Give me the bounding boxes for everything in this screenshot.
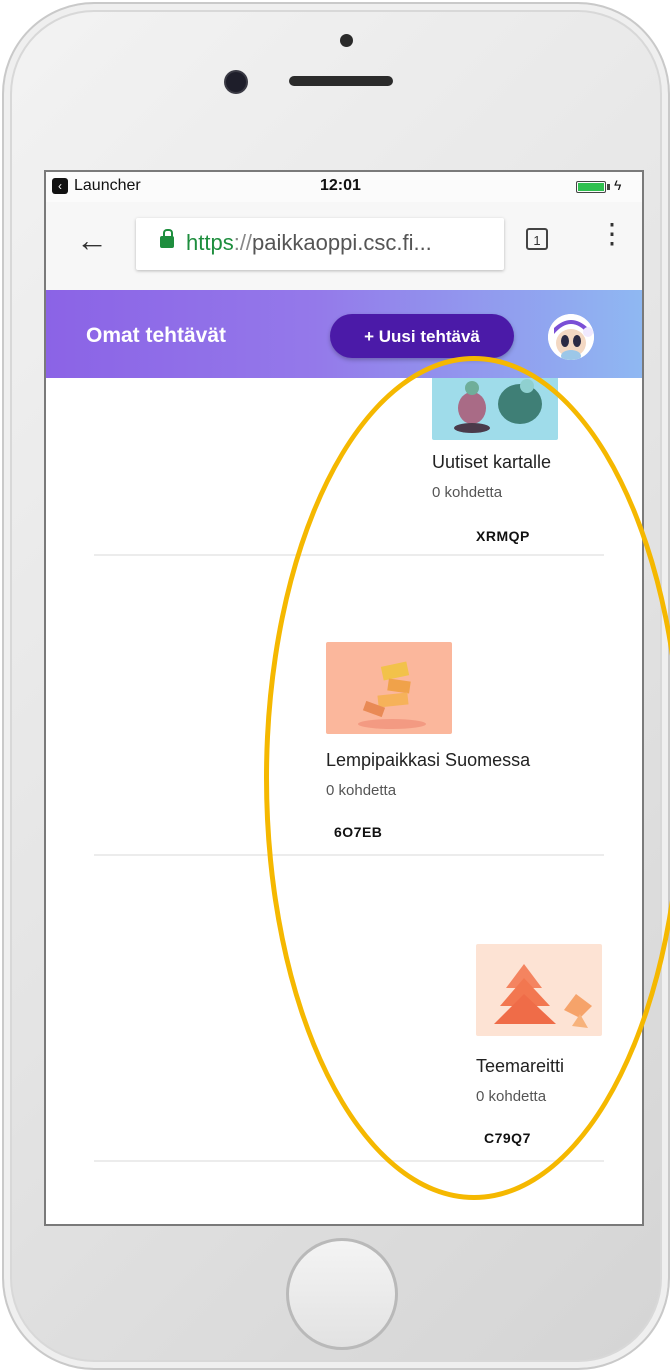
launcher-label[interactable]: Launcher: [74, 177, 141, 195]
earpiece-speaker: [289, 76, 393, 86]
task-thumbnail: [476, 944, 602, 1036]
task-list: Uutiset kartalle 0 kohdetta XRMQP Lempip…: [46, 378, 642, 1224]
back-arrow-icon[interactable]: ←: [76, 222, 108, 259]
page-title: Omat tehtävät: [86, 324, 227, 347]
tab-switcher-button[interactable]: 1: [526, 228, 548, 250]
new-task-button[interactable]: + Uusi tehtävä: [330, 314, 514, 358]
task-place-count: 0 kohdetta: [476, 1088, 547, 1105]
charging-icon: ϟ: [614, 177, 622, 193]
task-title[interactable]: Lempipaikkasi Suomessa: [326, 750, 530, 771]
task-code: C79Q7: [484, 1130, 531, 1146]
lock-icon: [160, 229, 174, 248]
address-bar[interactable]: https://paikkaoppi.csc.fi...: [136, 218, 504, 270]
task-title[interactable]: Uutiset kartalle: [432, 452, 551, 473]
battery-tip: [607, 184, 610, 190]
overflow-menu-icon[interactable]: ⋮: [598, 220, 626, 248]
url-separator: ://: [233, 230, 253, 255]
task-title[interactable]: Teemareitti: [476, 1056, 564, 1077]
home-button[interactable]: [286, 1238, 398, 1350]
front-camera-icon: [226, 72, 246, 92]
browser-toolbar: ← https://paikkaoppi.csc.fi... 1 ⋮: [46, 202, 642, 290]
task-card[interactable]: Lempipaikkasi Suomessa 0 kohdetta 6O7EB: [94, 586, 604, 856]
phone-screen: ‹ Launcher 12:01 ϟ ← https://paikkaoppi.…: [44, 170, 644, 1226]
task-card[interactable]: Uutiset kartalle 0 kohdetta XRMQP: [94, 378, 604, 556]
task-code: 6O7EB: [334, 824, 383, 840]
status-time: 12:01: [320, 177, 361, 194]
url-text[interactable]: https://paikkaoppi.csc.fi...: [186, 230, 496, 256]
proximity-sensor: [340, 34, 353, 47]
avatar-icon[interactable]: [548, 314, 594, 360]
phone-frame: ‹ Launcher 12:01 ϟ ← https://paikkaoppi.…: [2, 2, 670, 1370]
task-thumbnail: [432, 378, 558, 440]
url-scheme: https: [186, 230, 234, 255]
task-place-count: 0 kohdetta: [326, 782, 397, 799]
task-code: XRMQP: [476, 528, 530, 544]
url-host: paikkaoppi.csc.fi...: [252, 230, 432, 255]
task-card[interactable]: Teemareitti 0 kohdetta C79Q7: [94, 898, 604, 1162]
launcher-back-icon[interactable]: ‹: [52, 178, 68, 194]
task-thumbnail: [326, 642, 452, 734]
status-bar: ‹ Launcher 12:01 ϟ: [46, 172, 642, 202]
task-place-count: 0 kohdetta: [432, 484, 503, 501]
app-header: Omat tehtävät + Uusi tehtävä: [46, 290, 642, 378]
battery-icon: [576, 181, 606, 193]
